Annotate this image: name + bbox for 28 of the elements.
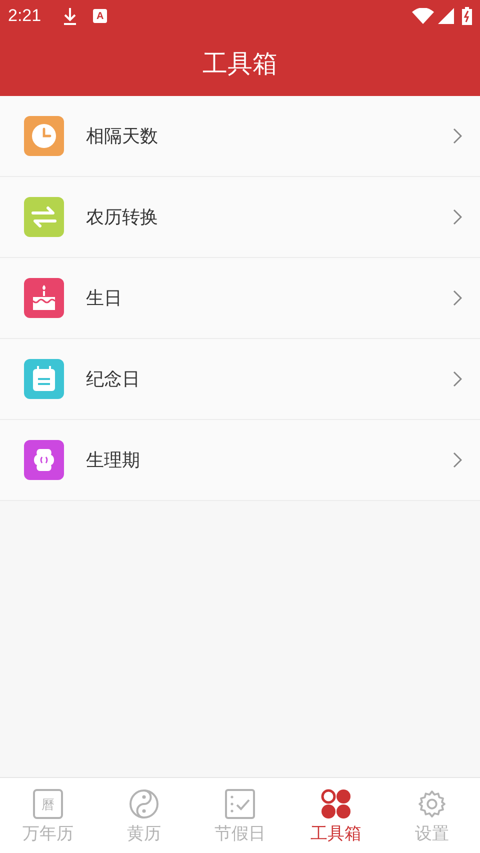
status-time: 2:21 (8, 5, 42, 28)
signal-icon (438, 8, 454, 24)
wifi-icon (412, 8, 434, 24)
download-icon (63, 7, 78, 25)
battery-icon (462, 7, 472, 25)
tool-label: 农历转换 (86, 206, 159, 230)
chevron-right-icon (453, 452, 462, 468)
settings-icon (417, 788, 447, 818)
calendar-icon: 曆 (33, 788, 63, 818)
chevron-right-icon (453, 209, 462, 225)
clock-icon (31, 123, 57, 149)
chevron-right-icon (453, 128, 462, 144)
tool-label: 相隔天数 (86, 124, 159, 148)
checklist-icon (225, 788, 255, 818)
tool-label: 生理期 (86, 448, 141, 472)
yin-yang-icon (129, 788, 159, 818)
four-circles-icon (321, 788, 351, 818)
page-title: 工具箱 (202, 48, 278, 80)
notification-icon: A (93, 9, 108, 23)
nav-tab[interactable]: 工具箱 (288, 778, 384, 853)
chevron-right-icon (453, 371, 462, 387)
notepad-icon (32, 366, 56, 392)
swap-arrows-icon (31, 206, 57, 228)
chevron-right-icon (453, 290, 462, 306)
cake-icon (31, 284, 57, 312)
tool-label: 生日 (86, 286, 123, 310)
pad-icon (32, 447, 56, 473)
tool-label: 纪念日 (86, 368, 141, 392)
